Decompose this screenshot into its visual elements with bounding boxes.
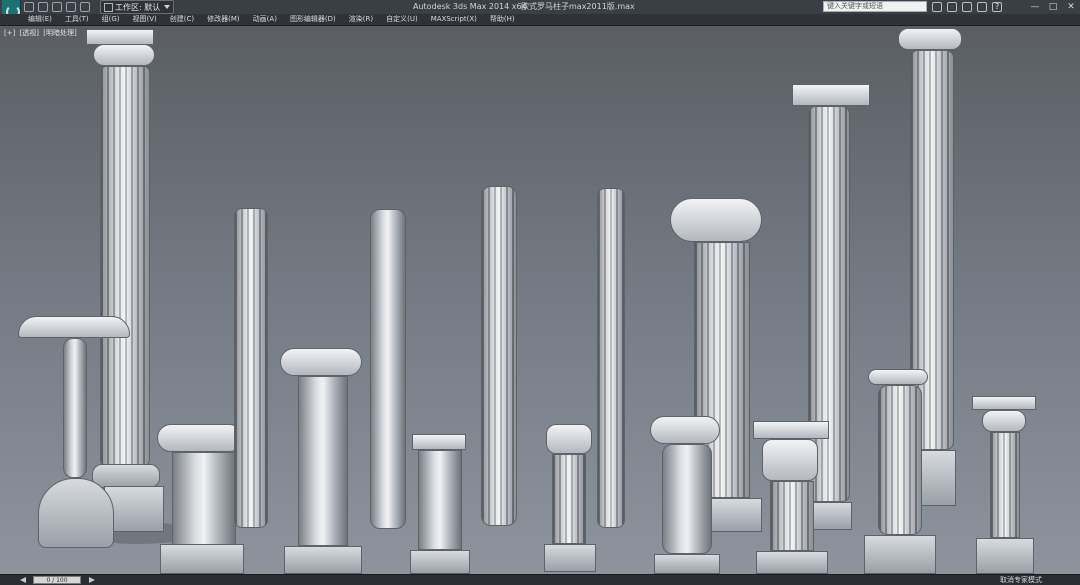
menu-graph-editors[interactable]: 图形编辑器(D) — [290, 14, 336, 25]
column-capital — [868, 369, 928, 385]
candlestick-base — [38, 478, 114, 548]
tuscan-capital — [412, 434, 466, 450]
search-icon[interactable] — [932, 2, 942, 12]
ionic-capital — [280, 348, 362, 376]
time-slider-bar: 0 / 100 取消专家模式 — [0, 574, 1080, 585]
column-base — [92, 464, 160, 488]
column-base — [864, 535, 936, 574]
column-capital — [792, 84, 870, 106]
ionic-base — [654, 554, 720, 574]
close-icon[interactable]: ✕ — [1065, 1, 1077, 13]
corinthian-capital — [753, 421, 829, 439]
column-base — [916, 450, 956, 506]
new-file-icon[interactable] — [24, 2, 34, 12]
ionic-shaft — [662, 444, 712, 554]
ionic-base — [284, 546, 362, 574]
menu-create[interactable]: 创建(C) — [170, 14, 194, 25]
corinthian-shaft — [990, 432, 1020, 538]
candlestick-stem — [63, 338, 87, 478]
ionic-shaft — [298, 376, 348, 546]
corinthian-shaft — [770, 481, 814, 551]
perspective-viewport[interactable]: [+] [透视] [明暗处理] — [0, 25, 1080, 575]
column-capital — [93, 44, 155, 66]
help-icon[interactable] — [992, 2, 1002, 12]
window-controls: — □ ✕ — [1029, 1, 1077, 13]
menu-group[interactable]: 组(G) — [102, 14, 120, 25]
search-input[interactable]: 键入关键字或短语 — [823, 1, 927, 12]
communication-center-icon[interactable] — [947, 2, 957, 12]
frame-counter: 0 / 100 — [46, 577, 68, 584]
menu-edit[interactable]: 编辑(E) — [28, 14, 52, 25]
redo-icon[interactable] — [80, 2, 90, 12]
menu-customize[interactable]: 自定义(U) — [386, 14, 418, 25]
titlebar: 工作区: 默认 Autodesk 3ds Max 2014 x64 欧式罗马柱子… — [0, 0, 1080, 24]
corinthian-capital — [546, 424, 592, 454]
app-title: Autodesk 3ds Max 2014 x64 — [413, 2, 527, 11]
open-file-icon[interactable] — [38, 2, 48, 12]
corinthian-capital-detail — [982, 410, 1026, 432]
fluted-column — [597, 188, 625, 528]
ionic-capital — [650, 416, 720, 444]
next-frame-icon[interactable] — [89, 577, 95, 583]
menu-help[interactable]: 帮助(H) — [490, 14, 515, 25]
ionic-capital — [670, 198, 762, 242]
3ds-max-window: 工作区: 默认 Autodesk 3ds Max 2014 x64 欧式罗马柱子… — [0, 0, 1080, 585]
column-shaft — [100, 66, 150, 466]
info-center-tools — [932, 1, 1002, 13]
corinthian-base — [976, 538, 1034, 574]
chevron-down-icon — [164, 5, 171, 9]
menu-maxscript[interactable]: MAXScript(X) — [431, 14, 477, 25]
favorites-icon[interactable] — [962, 2, 972, 12]
quick-access-toolbar: 工作区: 默认 — [24, 0, 175, 14]
previous-frame-icon[interactable] — [20, 577, 26, 583]
corinthian-base — [544, 544, 596, 572]
workspace-label: 工作区: 默认 — [115, 2, 161, 12]
fluted-column — [481, 186, 517, 526]
maximize-icon[interactable]: □ — [1047, 1, 1059, 13]
tuscan-base — [410, 550, 470, 574]
menu-modifiers[interactable]: 修改器(M) — [207, 14, 240, 25]
smooth-column — [370, 209, 406, 529]
undo-icon[interactable] — [66, 2, 76, 12]
menu-animation[interactable]: 动画(A) — [253, 14, 277, 25]
menu-rendering[interactable]: 渲染(R) — [349, 14, 373, 25]
scene-columns — [0, 26, 1080, 575]
candlestick-bowl — [18, 316, 130, 338]
autodesk-exchange-icon[interactable] — [977, 2, 987, 12]
corinthian-capital — [972, 396, 1036, 410]
column-base — [810, 502, 852, 530]
column-capital — [86, 29, 154, 45]
menubar: 编辑(E) 工具(T) 组(G) 视图(V) 创建(C) 修改器(M) 动画(A… — [0, 14, 1080, 25]
save-file-icon[interactable] — [52, 2, 62, 12]
menu-tools[interactable]: 工具(T) — [65, 14, 89, 25]
column-capital — [898, 28, 962, 50]
workspace-selector[interactable]: 工作区: 默认 — [100, 0, 175, 14]
tuscan-shaft — [418, 450, 462, 550]
ionic-capital — [157, 424, 243, 452]
corinthian-capital-detail — [762, 439, 818, 481]
column-shaft — [878, 385, 922, 535]
minimize-icon[interactable]: — — [1029, 1, 1041, 13]
status-text[interactable]: 取消专家模式 — [1000, 575, 1042, 585]
time-slider[interactable]: 0 / 100 — [33, 576, 81, 584]
menu-items: 编辑(E) 工具(T) 组(G) 视图(V) 创建(C) 修改器(M) 动画(A… — [28, 14, 515, 25]
corinthian-base — [756, 551, 828, 574]
ionic-base — [160, 544, 244, 574]
fluted-column — [234, 208, 268, 528]
menu-views[interactable]: 视图(V) — [133, 14, 157, 25]
workspace-icon — [104, 2, 113, 12]
corinthian-shaft — [552, 454, 586, 544]
file-title: 欧式罗马柱子max2011版.max — [521, 2, 635, 11]
